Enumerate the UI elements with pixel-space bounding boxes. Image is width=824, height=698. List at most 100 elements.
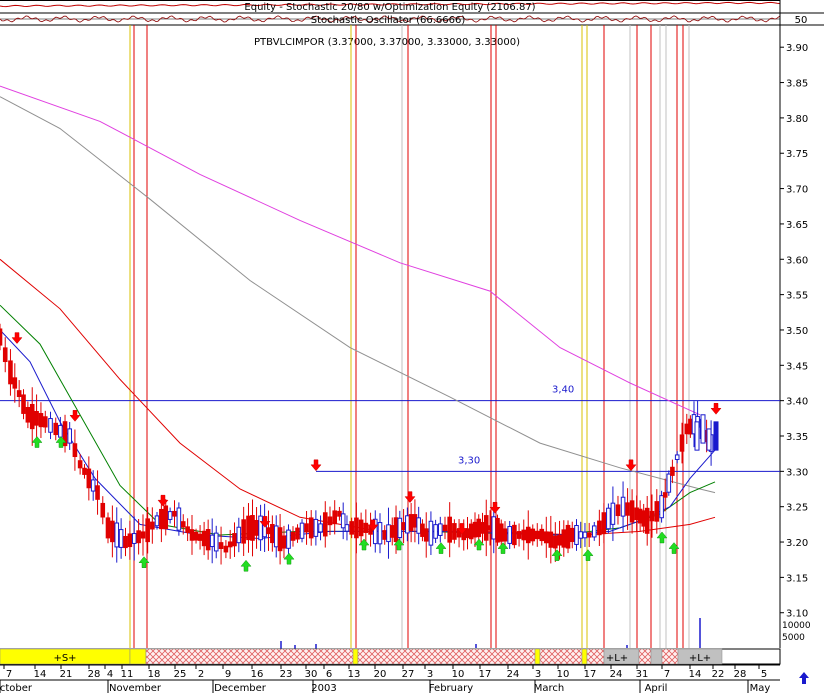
candle-body: [318, 523, 323, 533]
candle-body: [185, 526, 190, 533]
candle-body: [154, 515, 160, 527]
candle-body: [553, 535, 558, 549]
equity-title: Equity - Stochastic 20/80 w/Optimization…: [244, 2, 535, 13]
candle-body: [145, 518, 150, 543]
candle-body: [565, 524, 571, 549]
candle-body: [543, 531, 549, 544]
candle-body: [491, 516, 497, 540]
x-day-label: 23: [280, 669, 293, 680]
candle-body: [344, 524, 350, 532]
candle-body: [176, 507, 182, 531]
x-day-label: 6: [326, 669, 332, 680]
candle-body: [606, 507, 611, 530]
candle-body: [86, 468, 92, 489]
x-day-label: 30: [305, 669, 318, 680]
x-day-label: 28: [88, 669, 101, 680]
position-segment: [586, 648, 605, 665]
candle-body: [428, 520, 434, 546]
x-day-label: 14: [689, 669, 702, 680]
candle-body: [290, 531, 296, 541]
x-day-label: 3: [427, 669, 433, 680]
x-day-label: 17: [584, 669, 597, 680]
candle-body: [476, 518, 482, 538]
candle-body: [95, 485, 100, 500]
candle-body: [591, 525, 597, 538]
candle-body: [539, 528, 545, 542]
candle-body: [423, 528, 429, 542]
position-segment: [357, 648, 536, 665]
candle-body: [110, 520, 115, 543]
candle-body: [258, 515, 263, 541]
candle-body: [659, 495, 664, 519]
y-tick-label: 3.65: [786, 220, 808, 231]
candle-body: [561, 529, 567, 548]
candle-body: [397, 517, 403, 539]
candle-body: [662, 492, 668, 498]
candle-body: [401, 522, 406, 531]
candle-body: [2, 347, 8, 363]
candle-body: [340, 513, 346, 529]
candle-body: [58, 424, 63, 438]
position-label: +L+: [689, 653, 711, 664]
candle-body: [354, 517, 359, 539]
x-day-label: 11: [121, 669, 134, 680]
x-month-label: May: [750, 683, 771, 693]
candle-body: [713, 421, 719, 451]
x-month-label: October: [0, 683, 33, 693]
candle-body: [273, 525, 279, 548]
volume-tick-label: 10000: [782, 621, 811, 631]
candle-body: [131, 533, 137, 544]
candle-body: [322, 512, 328, 537]
candle-body: [29, 403, 35, 430]
candle-body: [521, 529, 527, 541]
x-month-label: 2003: [311, 683, 336, 693]
candle-body: [700, 414, 706, 444]
candle-body: [620, 496, 626, 517]
candle-body: [90, 479, 96, 492]
candle-body: [21, 394, 26, 414]
candle-body: [136, 530, 141, 544]
candle-body: [77, 460, 83, 469]
x-day-label: 13: [348, 669, 361, 680]
candle-body: [218, 542, 224, 550]
candle-body: [299, 522, 305, 539]
y-tick-label: 3.50: [786, 326, 808, 337]
candle-body: [42, 416, 48, 428]
candle-body: [468, 523, 474, 540]
candle-body: [118, 529, 124, 548]
candle-body: [295, 527, 300, 540]
position-segment: [650, 648, 663, 665]
candle-body: [180, 521, 186, 528]
candle-body: [223, 545, 229, 553]
candle-body: [574, 524, 579, 545]
candle-body: [308, 517, 314, 539]
candle-body: [114, 522, 120, 548]
x-day-label: 24: [610, 669, 623, 680]
candle-body: [201, 530, 207, 547]
candle-body: [266, 527, 271, 535]
y-tick-label: 3.45: [786, 361, 808, 372]
x-day-label: 2: [198, 669, 204, 680]
position-segment: [581, 648, 588, 665]
candle-body: [38, 413, 44, 428]
candle-body: [597, 520, 602, 536]
x-day-label: 16: [251, 669, 264, 680]
candle-body: [254, 519, 259, 536]
candle-body: [534, 530, 540, 540]
candle-body: [610, 502, 616, 525]
background: [0, 0, 824, 693]
candle-body: [363, 522, 369, 533]
candle-body: [327, 516, 333, 526]
position-segment: [129, 648, 147, 665]
candle-body: [386, 524, 391, 543]
candle-body: [498, 523, 504, 542]
y-tick-label: 3.55: [786, 291, 808, 302]
candle-body: [304, 523, 309, 533]
level-label: 3,30: [458, 455, 480, 466]
candle-body: [420, 523, 425, 537]
candle-body: [246, 515, 251, 541]
y-tick-label: 3.10: [786, 609, 808, 620]
candle-body: [159, 508, 164, 530]
price-title: PTBVLCIMPOR (3.37000, 3.37000, 3.33000, …: [254, 37, 520, 48]
candle-body: [209, 534, 215, 548]
